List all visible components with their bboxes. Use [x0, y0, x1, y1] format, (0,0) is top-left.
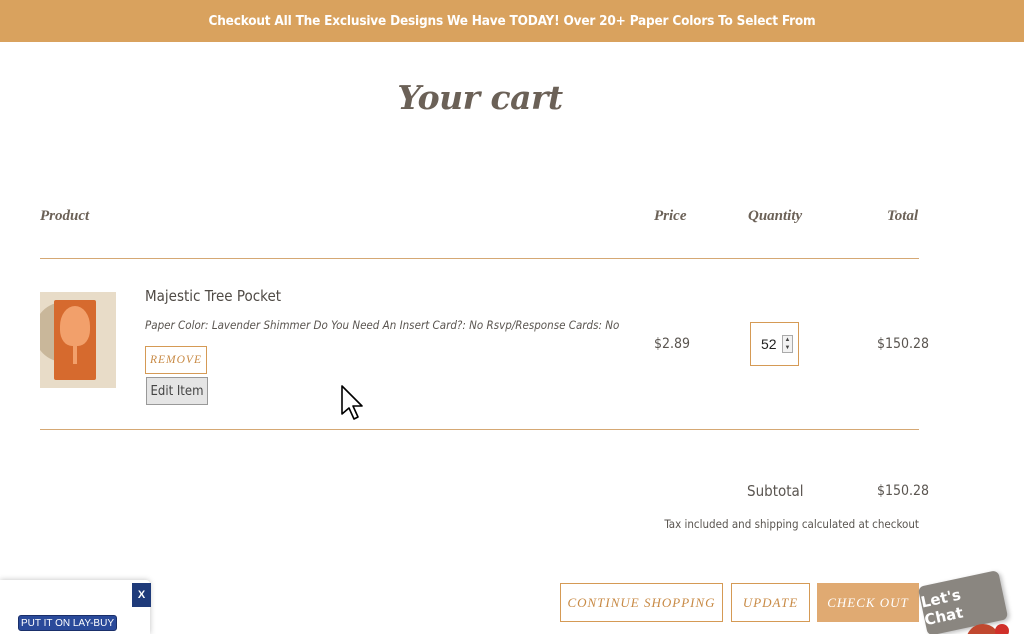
table-divider-top [40, 258, 919, 259]
update-button[interactable]: UPDATE [731, 583, 810, 622]
chat-widget-label: Let's Chat [919, 585, 965, 630]
quantity-field[interactable]: ▲ ▼ [750, 322, 799, 366]
column-header-price: Price [654, 208, 687, 224]
laybuy-button[interactable]: PUT IT ON LAY-BUY [18, 615, 117, 631]
quantity-stepper[interactable]: ▲ ▼ [782, 335, 793, 353]
table-divider-bottom [40, 429, 919, 430]
quantity-input[interactable] [761, 336, 783, 352]
announcement-text: Checkout All The Exclusive Designs We Ha… [208, 13, 816, 29]
item-price: $2.89 [654, 336, 691, 352]
mouse-cursor-icon [341, 385, 363, 420]
item-total: $150.28 [877, 336, 930, 352]
page-title: Your cart [397, 78, 563, 117]
edit-item-button[interactable]: Edit Item [146, 377, 208, 405]
laybuy-close-button[interactable]: X [132, 583, 151, 607]
quantity-down-icon[interactable]: ▼ [783, 344, 792, 352]
subtotal-label: Subtotal [747, 482, 804, 500]
tax-note: Tax included and shipping calculated at … [664, 517, 919, 531]
subtotal-value: $150.28 [877, 483, 930, 499]
continue-shopping-button[interactable]: CONTINUE SHOPPING [560, 583, 723, 622]
product-options: Paper Color: Lavender Shimmer Do You Nee… [145, 318, 620, 332]
thumbnail-trunk [73, 342, 77, 364]
announcement-bar: Checkout All The Exclusive Designs We Ha… [0, 0, 1024, 42]
product-name-link[interactable]: Majestic Tree Pocket [145, 287, 281, 305]
quantity-up-icon[interactable]: ▲ [783, 336, 792, 344]
column-header-total: Total [887, 208, 919, 224]
checkout-button[interactable]: CHECK OUT [817, 583, 919, 622]
column-header-quantity: Quantity [748, 208, 803, 224]
remove-button[interactable]: REMOVE [145, 346, 207, 374]
product-thumbnail[interactable] [40, 292, 116, 388]
column-header-product: Product [40, 208, 90, 224]
chat-notification-badge [995, 624, 1009, 634]
thumbnail-tree [60, 306, 90, 346]
chat-widget-button[interactable]: Let's Chat [917, 570, 1009, 634]
